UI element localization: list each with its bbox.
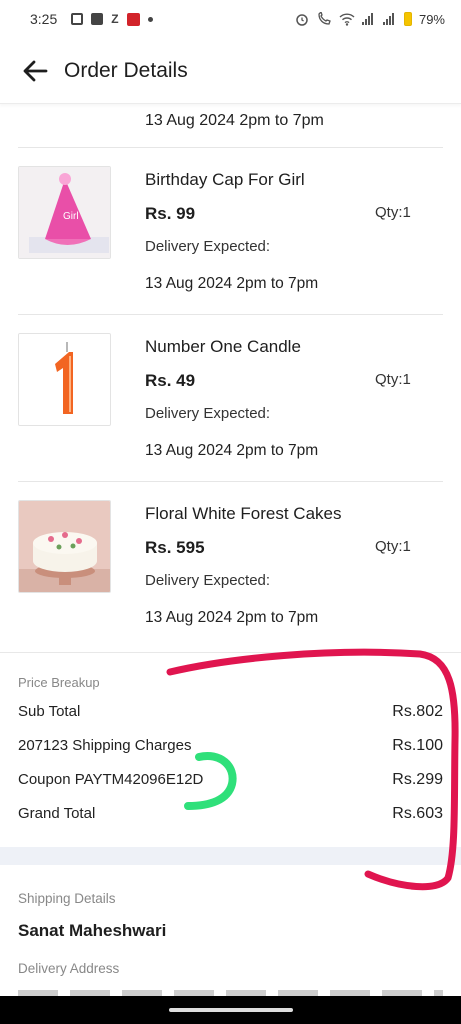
shipping-details-heading: Shipping Details (18, 891, 116, 906)
battery-percent: 79% (418, 11, 445, 27)
price-row-shipping: 207123 Shipping Charges Rs.100 (18, 737, 443, 755)
status-time: 3:25 (30, 11, 58, 27)
item-price: Rs. 99 (145, 204, 196, 223)
delivery-date: 13 Aug 2024 2pm to 7pm (145, 609, 319, 626)
delivery-expected-label: Delivery Expected: (145, 238, 271, 255)
recipient-name: Sanat Maheshwari (18, 921, 167, 940)
item-image-number-one-candle[interactable] (18, 333, 111, 426)
price-value: Rs.299 (392, 771, 443, 788)
wifi-icon (339, 12, 355, 26)
order-item[interactable]: Floral White Forest Cakes Rs. 595 Qty:1 … (0, 482, 461, 648)
notification-icons: Z (71, 12, 153, 26)
signal-icon-2 (382, 13, 397, 25)
back-button[interactable] (20, 56, 50, 86)
delivery-address-heading: Delivery Address (18, 961, 120, 976)
price-row-grand-total: Grand Total Rs.603 (18, 805, 443, 823)
item-name[interactable]: Number One Candle (145, 337, 301, 357)
page-title: Order Details (64, 58, 188, 82)
system-navigation-bar (0, 996, 461, 1024)
price-value: Rs.802 (392, 703, 443, 720)
delivery-expected-label: Delivery Expected: (145, 405, 271, 422)
alarm-icon (296, 14, 308, 26)
signal-icon (361, 13, 376, 25)
picture-icon (91, 13, 104, 25)
item-image-floral-cake[interactable] (18, 500, 111, 593)
price-value: Rs.603 (392, 805, 443, 822)
item-name[interactable]: Floral White Forest Cakes (145, 504, 342, 524)
delivery-expected-label: Delivery Expected: (145, 572, 271, 589)
section-divider-band (0, 847, 461, 865)
home-gesture-handle[interactable] (168, 1008, 293, 1012)
delivery-date: 13 Aug 2024 2pm to 7pm (145, 275, 319, 292)
battery-icon (403, 12, 412, 26)
item-name[interactable]: Birthday Cap For Girl (145, 170, 305, 190)
price-breakup-section: Price Breakup Sub Total Rs.802 207123 Sh… (0, 652, 461, 847)
item-qty: Qty:1 (375, 371, 411, 388)
back-arrow-icon[interactable] (22, 60, 48, 82)
z-icon: Z (111, 12, 119, 26)
app-bar: Order Details (0, 38, 461, 104)
order-item[interactable]: Number One Candle Rs. 49 Qty:1 Delivery … (0, 315, 461, 481)
price-breakup-heading: Price Breakup (18, 675, 100, 690)
item-image-birthday-cap[interactable]: Girl (18, 166, 111, 259)
shipping-details-section: Shipping Details Sanat Maheshwari Delive… (0, 865, 461, 996)
delivery-date: 13 Aug 2024 2pm to 7pm (145, 442, 319, 459)
status-bar: 3:25 Z 79% (0, 0, 461, 38)
instagram-icon (71, 13, 84, 25)
dot-icon (147, 16, 153, 22)
item-price: Rs. 49 (145, 371, 196, 390)
item-price: Rs. 595 (145, 538, 205, 557)
item-qty: Qty:1 (375, 538, 411, 555)
item-qty: Qty:1 (375, 204, 411, 221)
price-label: Coupon PAYTM42096E12D (18, 771, 204, 788)
price-label: Sub Total (18, 703, 81, 720)
price-row-coupon: Coupon PAYTM42096E12D Rs.299 (18, 771, 443, 789)
price-row-subtotal: Sub Total Rs.802 (18, 703, 443, 721)
order-details-content[interactable]: 13 Aug 2024 2pm to 7pm Girl Birthday Cap… (0, 104, 461, 996)
svg-text:Girl: Girl (63, 211, 79, 222)
price-label: Grand Total (18, 805, 96, 822)
order-item[interactable]: Girl Birthday Cap For Girl Rs. 99 Qty:1 … (0, 148, 461, 314)
price-value: Rs.100 (392, 737, 443, 754)
previous-item-delivery-date: 13 Aug 2024 2pm to 7pm (145, 112, 324, 129)
system-icons: 79% (295, 12, 445, 27)
volte-icon (318, 12, 331, 25)
flipboard-icon (126, 12, 140, 26)
price-label: 207123 Shipping Charges (18, 737, 192, 754)
